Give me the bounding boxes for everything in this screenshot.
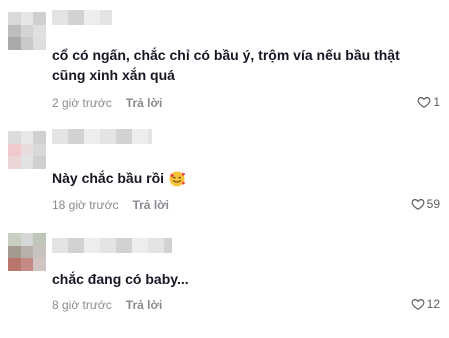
comment-time: 18 giờ trước xyxy=(52,198,119,212)
like-count: 12 xyxy=(426,297,440,311)
comment-time: 2 giờ trước xyxy=(52,96,112,110)
avatar-pixel xyxy=(20,143,34,157)
comment-meta: 2 giờ trước Trả lời xyxy=(52,96,162,110)
reply-button[interactable]: Trả lời xyxy=(126,298,163,312)
avatar-pixel xyxy=(8,12,21,25)
avatar-pixel xyxy=(33,131,46,144)
username-blurred[interactable] xyxy=(52,10,112,25)
avatar-pixel xyxy=(8,37,21,50)
comment-meta: 8 giờ trước Trả lời xyxy=(52,298,162,312)
avatar-pixel xyxy=(33,156,46,169)
reply-button[interactable]: Trả lời xyxy=(126,96,163,110)
avatar-pixel xyxy=(33,37,46,50)
avatar-pixel xyxy=(8,245,21,259)
avatar-pixel xyxy=(8,24,21,38)
reply-button[interactable]: Trả lời xyxy=(132,198,169,212)
avatar-pixel xyxy=(20,245,34,259)
avatar-pixel xyxy=(8,233,21,246)
like-button[interactable]: 1 xyxy=(417,95,440,109)
comment-meta: 18 giờ trước Trả lời xyxy=(52,198,169,212)
avatar-pixel xyxy=(33,233,46,246)
username-blurred[interactable] xyxy=(52,129,152,144)
avatar-pixel xyxy=(8,131,21,144)
comment-text: chắc đang có baby... xyxy=(52,271,189,287)
avatar[interactable] xyxy=(8,131,46,169)
avatar-pixel xyxy=(20,131,34,144)
like-button[interactable]: 12 xyxy=(411,297,440,311)
avatar[interactable] xyxy=(8,233,46,271)
comment-text: cổ có ngấn, chắc chỉ có bầu ý, trộm vía … xyxy=(52,47,400,83)
avatar-pixel xyxy=(33,245,46,259)
smiling-face-with-hearts-icon xyxy=(169,171,185,187)
avatar-pixel xyxy=(20,156,34,169)
comment-text: Này chắc bầu rồi xyxy=(52,168,432,188)
avatar-pixel xyxy=(33,12,46,25)
avatar-pixel xyxy=(33,258,46,271)
like-count: 1 xyxy=(433,95,440,109)
avatar-pixel xyxy=(8,258,21,271)
comment-text-content: Này chắc bầu rồi xyxy=(52,170,165,186)
username-blurred[interactable] xyxy=(52,238,172,253)
avatar-pixel xyxy=(20,258,34,271)
like-count: 59 xyxy=(426,197,440,211)
avatar-pixel xyxy=(8,156,21,169)
comment-time: 8 giờ trước xyxy=(52,298,112,312)
like-button[interactable]: 59 xyxy=(411,197,440,211)
heart-icon xyxy=(417,97,431,108)
avatar-pixel xyxy=(20,233,34,246)
avatar[interactable] xyxy=(8,12,46,50)
avatar-pixel xyxy=(20,37,34,50)
heart-icon xyxy=(411,299,425,310)
avatar-pixel xyxy=(33,143,46,157)
avatar-pixel xyxy=(8,143,21,157)
avatar-pixel xyxy=(20,12,34,25)
avatar-pixel xyxy=(33,24,46,38)
heart-icon xyxy=(411,199,425,210)
avatar-pixel xyxy=(20,24,34,38)
